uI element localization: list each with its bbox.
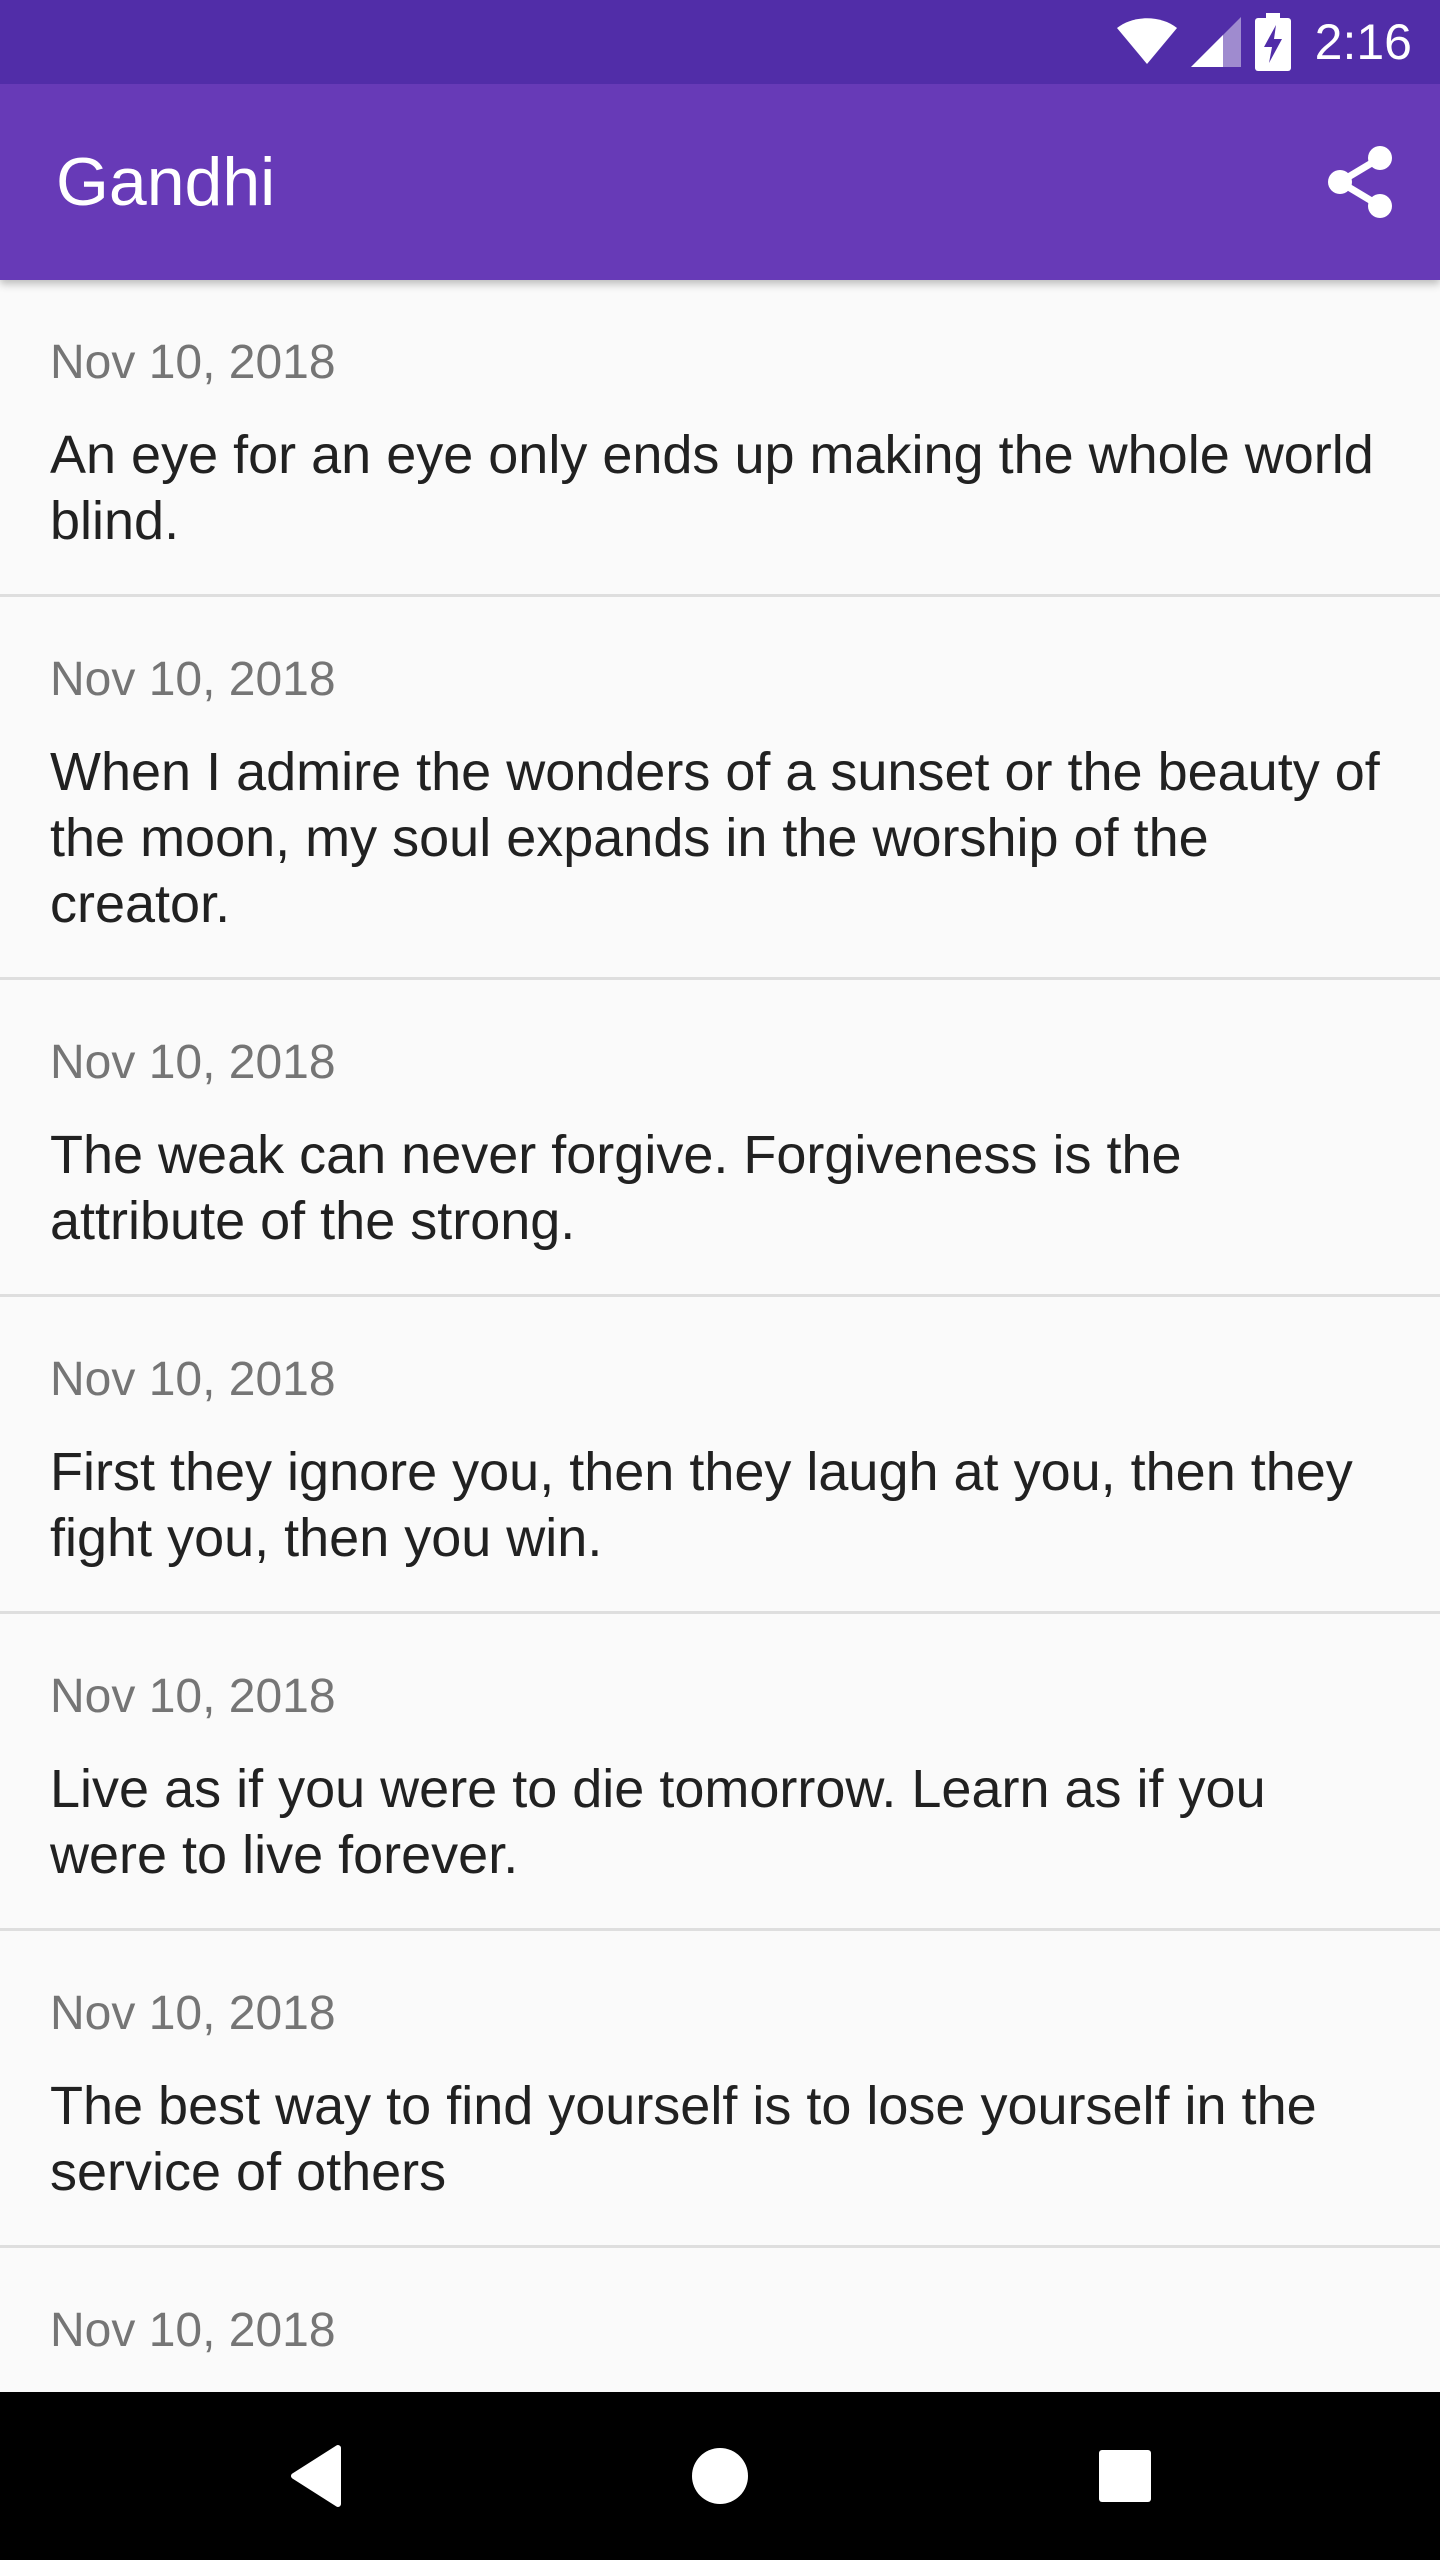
quote-item[interactable]: Nov 10, 2018 An eye for an eye only ends… <box>0 280 1440 597</box>
quote-text: First they ignore you, then they laugh a… <box>50 1442 1353 1568</box>
back-icon <box>291 2445 341 2507</box>
status-bar: 2:16 <box>0 0 1440 84</box>
back-button[interactable] <box>232 2392 400 2560</box>
quote-item[interactable]: Nov 10, 2018 Live as if you were to die … <box>0 1614 1440 1931</box>
quote-item[interactable]: Nov 10, 2018 The weak can never forgive.… <box>0 980 1440 1297</box>
navigation-bar <box>0 2392 1440 2560</box>
quote-date: Nov 10, 2018 <box>50 1987 336 2040</box>
app-title: Gandhi <box>56 144 276 220</box>
battery-charging-icon <box>1254 13 1291 71</box>
quote-item[interactable]: Nov 10, 2018 When I admire the wonders o… <box>0 597 1440 980</box>
home-button[interactable] <box>636 2392 804 2560</box>
quote-text: Live as if you were to die tomorrow. Lea… <box>50 1759 1266 1885</box>
wifi-icon <box>1116 18 1177 66</box>
quote-date: Nov 10, 2018 <box>50 653 336 706</box>
quote-text: An eye for an eye only ends up making th… <box>50 425 1374 551</box>
quote-text: The best way to find yourself is to lose… <box>50 2076 1317 2202</box>
quote-text: The weak can never forgive. Forgiveness … <box>50 1125 1182 1251</box>
share-icon <box>1328 146 1392 218</box>
quote-item[interactable]: Nov 10, 2018 <box>0 2248 1440 2392</box>
app-bar: Gandhi <box>0 84 1440 280</box>
recents-button[interactable] <box>1041 2392 1209 2560</box>
share-button[interactable] <box>1320 142 1400 222</box>
status-icons: 2:16 <box>1116 0 1412 84</box>
status-time: 2:16 <box>1314 14 1412 70</box>
quote-date: Nov 10, 2018 <box>50 2304 336 2357</box>
quote-date: Nov 10, 2018 <box>50 336 336 389</box>
quote-date: Nov 10, 2018 <box>50 1036 336 1089</box>
quote-date: Nov 10, 2018 <box>50 1670 336 1723</box>
cell-signal-icon <box>1190 17 1241 67</box>
quote-list: Nov 10, 2018 An eye for an eye only ends… <box>0 280 1440 2392</box>
recents-icon <box>1099 2450 1151 2502</box>
quote-item[interactable]: Nov 10, 2018 First they ignore you, then… <box>0 1297 1440 1614</box>
home-icon <box>692 2448 748 2504</box>
quote-date: Nov 10, 2018 <box>50 1353 336 1406</box>
quote-text: When I admire the wonders of a sunset or… <box>50 742 1380 934</box>
quote-item[interactable]: Nov 10, 2018 The best way to find yourse… <box>0 1931 1440 2248</box>
